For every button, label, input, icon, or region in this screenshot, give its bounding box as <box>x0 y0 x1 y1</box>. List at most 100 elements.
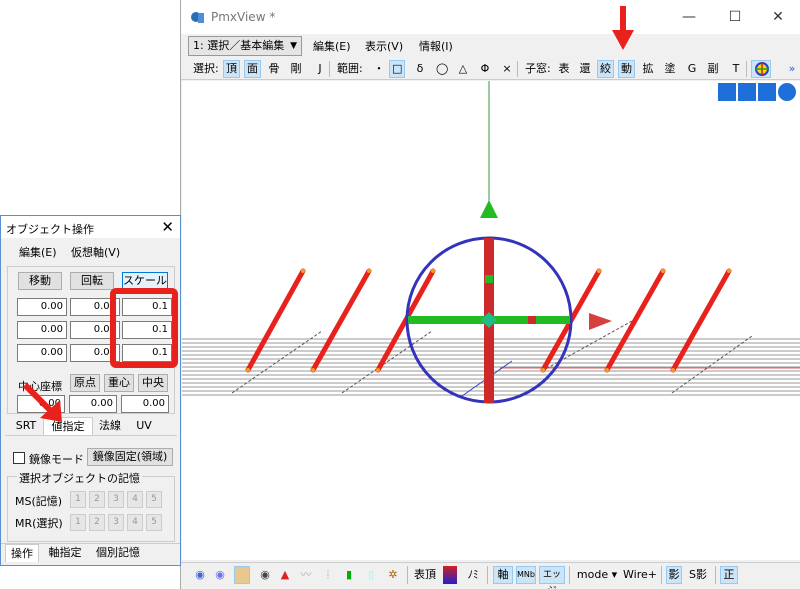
move-icon[interactable] <box>738 83 756 101</box>
select-face-button[interactable]: 面 <box>244 60 261 78</box>
child-table-button[interactable]: 表 <box>556 60 572 78</box>
mode-select-value: 1: 選択／基本編集 <box>193 39 285 52</box>
minimize-button[interactable]: — <box>666 6 712 28</box>
tab-operation[interactable]: 操作 <box>5 544 39 562</box>
tab-divider <box>5 435 177 436</box>
panel-menu-edit[interactable]: 編集(E) <box>19 244 57 260</box>
toolbar-divider <box>517 61 518 77</box>
leaf-icon[interactable]: ⦙ <box>321 566 335 584</box>
child-move-button[interactable]: 動 <box>618 60 635 78</box>
tab-srt[interactable]: SRT <box>11 417 41 435</box>
value-field[interactable]: 0.00 <box>17 344 67 362</box>
self-shadow-toggle[interactable]: S影 <box>686 566 710 584</box>
bone-icon[interactable]: ▮ <box>343 566 355 584</box>
mode-dropdown[interactable]: mode ▾ <box>575 566 619 584</box>
3d-viewport[interactable] <box>182 81 800 560</box>
close-button[interactable]: ✕ <box>755 6 800 28</box>
value-field[interactable]: 0.1 <box>122 321 172 339</box>
tab-individual-memory[interactable]: 個別記憶 <box>91 544 145 562</box>
center-button[interactable]: 中央 <box>138 374 168 392</box>
tab-axis[interactable]: 軸指定 <box>43 544 87 562</box>
mr-slot[interactable]: 1 <box>70 514 86 531</box>
joint-icon[interactable]: ✲ <box>386 566 400 584</box>
value-field[interactable]: 0.00 <box>70 344 120 362</box>
target-icon[interactable]: ◉ <box>213 566 227 584</box>
range-lasso-button[interactable]: δ <box>412 60 428 78</box>
menu-edit[interactable]: 編集(E) <box>313 38 351 54</box>
select-rigid-button[interactable]: 剛 <box>288 60 304 78</box>
value-field[interactable]: 0.00 <box>17 298 67 316</box>
range-rect-button[interactable]: □ <box>389 60 406 78</box>
panel-close-button[interactable]: ✕ <box>161 218 174 236</box>
child-restore-button[interactable]: 還 <box>577 60 593 78</box>
rotate-button[interactable]: 回転 <box>70 272 114 290</box>
radio-icon[interactable]: ◉ <box>193 566 207 584</box>
tab-normal[interactable]: 法線 <box>95 417 125 435</box>
crosshair-icon[interactable] <box>751 60 771 78</box>
range-circle-button[interactable]: ◯ <box>434 60 450 78</box>
ms-slot[interactable]: 1 <box>70 491 86 508</box>
color-swatch-icon[interactable] <box>443 566 457 584</box>
value-field[interactable]: 0.00 <box>70 298 120 316</box>
tab-uv[interactable]: UV <box>131 417 157 435</box>
centroid-button[interactable]: 重心 <box>104 374 134 392</box>
range-triangle-button[interactable]: △ <box>455 60 471 78</box>
toolbar-overflow-button[interactable]: » <box>784 60 800 78</box>
child-expand-button[interactable]: 拡 <box>640 60 656 78</box>
ms-slot[interactable]: 4 <box>127 491 143 508</box>
dot-icon[interactable]: ◉ <box>258 566 272 584</box>
value-field[interactable]: 0.00 <box>17 321 67 339</box>
select-vertex-button[interactable]: 頂 <box>223 60 240 78</box>
axis-toggle[interactable]: 軸 <box>493 566 513 584</box>
wire-plus-toggle[interactable]: Wire+ <box>623 566 657 584</box>
mode-select[interactable]: 1: 選択／基本編集 ▼ <box>188 36 302 56</box>
value-field[interactable]: 0.1 <box>122 344 172 362</box>
center-x-field[interactable]: 0.00 <box>17 395 65 413</box>
value-field[interactable]: 0.00 <box>70 321 120 339</box>
edge-toggle[interactable]: エッジ <box>539 566 565 589</box>
show-vertex-toggle[interactable]: 表頂 <box>413 566 437 584</box>
ms-slot[interactable]: 3 <box>108 491 124 508</box>
move-button[interactable]: 移動 <box>18 272 62 290</box>
center-y-field[interactable]: 0.00 <box>69 395 117 413</box>
wire-icon[interactable]: 〰 <box>298 566 314 584</box>
rotate-icon[interactable] <box>778 83 796 101</box>
center-z-field[interactable]: 0.00 <box>121 395 169 413</box>
mnb-toggle[interactable]: MNb <box>516 566 536 584</box>
nomi-toggle[interactable]: ﾉﾐ <box>463 566 483 584</box>
panel-menu-virtual-axis[interactable]: 仮想軸(V) <box>71 244 120 260</box>
pan-icon[interactable] <box>718 83 736 101</box>
child-t-button[interactable]: T <box>728 60 744 78</box>
ms-slot[interactable]: 2 <box>89 491 105 508</box>
tab-value[interactable]: 値指定 <box>43 417 93 435</box>
texture-icon[interactable] <box>234 566 250 584</box>
range-point-button[interactable]: ・ <box>371 60 387 78</box>
origin-button[interactable]: 原点 <box>70 374 100 392</box>
capsule-icon[interactable]: ▯ <box>365 566 377 584</box>
statusbar-divider <box>715 566 716 584</box>
zoom-icon[interactable] <box>758 83 776 101</box>
triangle-icon[interactable]: ▲ <box>278 566 292 584</box>
mr-slot[interactable]: 5 <box>146 514 162 531</box>
scale-button[interactable]: スケール <box>122 272 168 290</box>
ortho-toggle[interactable]: 正 <box>720 566 738 584</box>
child-filter-button[interactable]: 絞 <box>597 60 614 78</box>
range-clear-button[interactable]: × <box>499 60 515 78</box>
value-field[interactable]: 0.1 <box>122 298 172 316</box>
child-g-button[interactable]: G <box>684 60 700 78</box>
menu-info[interactable]: 情報(I) <box>419 38 453 54</box>
ms-slot[interactable]: 5 <box>146 491 162 508</box>
mr-slot[interactable]: 2 <box>89 514 105 531</box>
maximize-button[interactable]: ☐ <box>712 6 758 28</box>
select-joint-button[interactable]: J <box>312 60 328 78</box>
menu-view[interactable]: 表示(V) <box>365 38 403 54</box>
select-bone-button[interactable]: 骨 <box>266 60 282 78</box>
mirror-fixed-button[interactable]: 鏡像固定(領域) <box>87 448 173 466</box>
mr-slot[interactable]: 4 <box>127 514 143 531</box>
mirror-checkbox[interactable] <box>13 452 25 464</box>
range-phi-button[interactable]: Φ <box>477 60 493 78</box>
child-sub-button[interactable]: 副 <box>705 60 721 78</box>
child-paint-button[interactable]: 塗 <box>662 60 678 78</box>
mr-slot[interactable]: 3 <box>108 514 124 531</box>
shadow-toggle[interactable]: 影 <box>666 566 682 584</box>
